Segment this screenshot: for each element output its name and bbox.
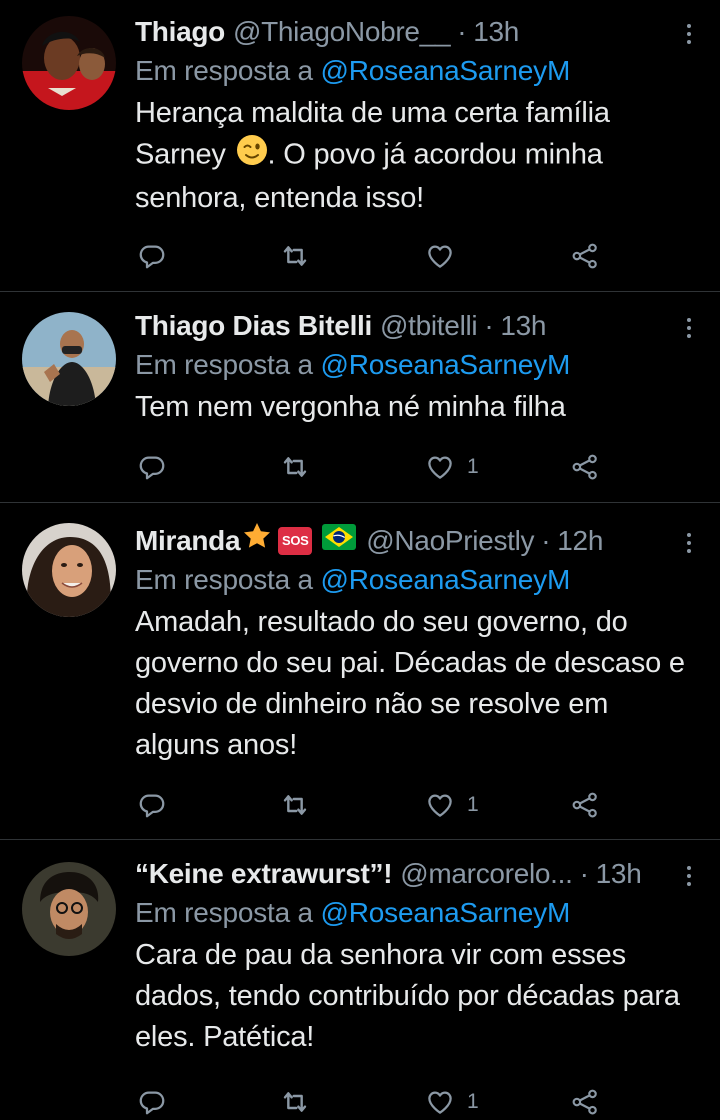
separator-dot: ·	[541, 525, 551, 556]
tweet-card[interactable]: Miranda SOS @NaoPriestly · 12h Em respos…	[0, 503, 720, 840]
tweet-text: Tem nem vergonha né minha filha	[135, 391, 566, 423]
reply-button[interactable]	[137, 787, 167, 823]
tweet-text: Cara de pau da senhora vir com esses dad…	[135, 939, 680, 1053]
reply-prefix: Em resposta a	[135, 55, 313, 86]
more-options-icon[interactable]	[686, 866, 692, 890]
reply-icon	[137, 790, 167, 820]
wink-emoji-icon	[236, 134, 268, 178]
tweet-card[interactable]: Thiago Dias Bitelli @tbitelli · 13h Em r…	[0, 292, 720, 503]
tweet-header: Miranda SOS @NaoPriestly · 12h	[135, 521, 690, 561]
like-count: 1	[467, 455, 479, 478]
tweet-header: Thiago Dias Bitelli @tbitelli · 13h	[135, 306, 690, 346]
reply-mention-link[interactable]: @RoseanaSarneyM	[321, 55, 571, 86]
reply-prefix: Em resposta a	[135, 564, 313, 595]
timestamp[interactable]: 13h	[473, 12, 519, 52]
tweet-actions	[135, 238, 615, 274]
display-name[interactable]: “Keine extrawurst”!	[135, 854, 393, 894]
avatar[interactable]	[22, 523, 116, 617]
reply-mention-link[interactable]: @RoseanaSarneyM	[321, 349, 571, 380]
star-emoji-icon	[242, 521, 272, 562]
brazil-flag-icon	[322, 521, 357, 561]
retweet-icon	[279, 451, 311, 483]
tweet-text: Amadah, resultado do seu governo, do gov…	[135, 606, 685, 761]
reply-mention-link[interactable]: @RoseanaSarneyM	[321, 897, 571, 928]
reply-context: Em resposta a @RoseanaSarneyM	[135, 561, 690, 599]
more-options-icon[interactable]	[686, 24, 692, 48]
tweet-card[interactable]: Thiago @ThiagoNobre__ · 13h Em resposta …	[0, 0, 720, 292]
separator-dot: ·	[579, 858, 589, 889]
retweet-button[interactable]	[279, 238, 311, 274]
separator-dot: ·	[484, 310, 494, 341]
like-count: 1	[467, 793, 479, 816]
reply-context: Em resposta a @RoseanaSarneyM	[135, 52, 690, 90]
share-icon	[570, 241, 600, 271]
avatar[interactable]	[22, 16, 116, 110]
like-button[interactable]	[425, 238, 467, 274]
retweet-button[interactable]	[279, 449, 311, 485]
reply-button[interactable]	[137, 449, 167, 485]
separator-dot: ·	[457, 16, 467, 47]
tweet-header: Thiago @ThiagoNobre__ · 13h	[135, 12, 690, 52]
tweet-actions: 1	[135, 449, 615, 485]
share-button[interactable]	[570, 787, 600, 823]
tweet-card[interactable]: “Keine extrawurst”! @marcorelo... · 13h …	[0, 840, 720, 1109]
reply-icon	[137, 241, 167, 271]
like-button[interactable]: 1	[425, 787, 479, 823]
display-name[interactable]: Miranda	[135, 521, 241, 561]
reply-icon	[137, 1087, 167, 1117]
like-icon	[425, 1087, 455, 1117]
like-count: 1	[467, 1090, 479, 1113]
retweet-icon	[279, 789, 311, 821]
like-icon	[425, 790, 455, 820]
user-handle[interactable]: @ThiagoNobre__	[233, 12, 451, 52]
retweet-button[interactable]	[279, 1084, 311, 1120]
sos-emoji-icon: SOS	[278, 527, 313, 555]
share-icon	[570, 1087, 600, 1117]
share-icon	[570, 790, 600, 820]
reply-mention-link[interactable]: @RoseanaSarneyM	[321, 564, 571, 595]
share-button[interactable]	[570, 238, 600, 274]
display-name[interactable]: Thiago Dias Bitelli	[135, 306, 372, 346]
reply-button[interactable]	[137, 238, 167, 274]
avatar[interactable]	[22, 312, 116, 406]
share-icon	[570, 452, 600, 482]
reply-prefix: Em resposta a	[135, 897, 313, 928]
tweet-header: “Keine extrawurst”! @marcorelo... · 13h	[135, 854, 690, 894]
timestamp[interactable]: 12h	[557, 521, 603, 561]
reply-prefix: Em resposta a	[135, 349, 313, 380]
reply-context: Em resposta a @RoseanaSarneyM	[135, 894, 690, 932]
user-handle[interactable]: @tbitelli	[380, 306, 478, 346]
like-button[interactable]: 1	[425, 1084, 479, 1120]
share-button[interactable]	[570, 1084, 600, 1120]
like-icon	[425, 452, 455, 482]
like-icon	[425, 241, 455, 271]
avatar[interactable]	[22, 862, 116, 956]
reply-icon	[137, 452, 167, 482]
retweet-icon	[279, 240, 311, 272]
user-handle[interactable]: @marcorelo...	[400, 854, 573, 894]
tweet-actions: 1	[135, 787, 615, 823]
timestamp[interactable]: 13h	[500, 306, 546, 346]
user-handle[interactable]: @NaoPriestly	[366, 521, 534, 561]
more-options-icon[interactable]	[686, 533, 692, 557]
share-button[interactable]	[570, 449, 600, 485]
retweet-icon	[279, 1086, 311, 1118]
like-button[interactable]: 1	[425, 449, 479, 485]
tweet-text: Herança maldita de uma certa família Sar…	[135, 93, 690, 219]
reply-context: Em resposta a @RoseanaSarneyM	[135, 346, 690, 384]
reply-button[interactable]	[137, 1084, 167, 1120]
retweet-button[interactable]	[279, 787, 311, 823]
tweet-actions: 1	[135, 1084, 615, 1120]
more-options-icon[interactable]	[686, 318, 692, 342]
display-name[interactable]: Thiago	[135, 12, 225, 52]
timestamp[interactable]: 13h	[596, 854, 642, 894]
